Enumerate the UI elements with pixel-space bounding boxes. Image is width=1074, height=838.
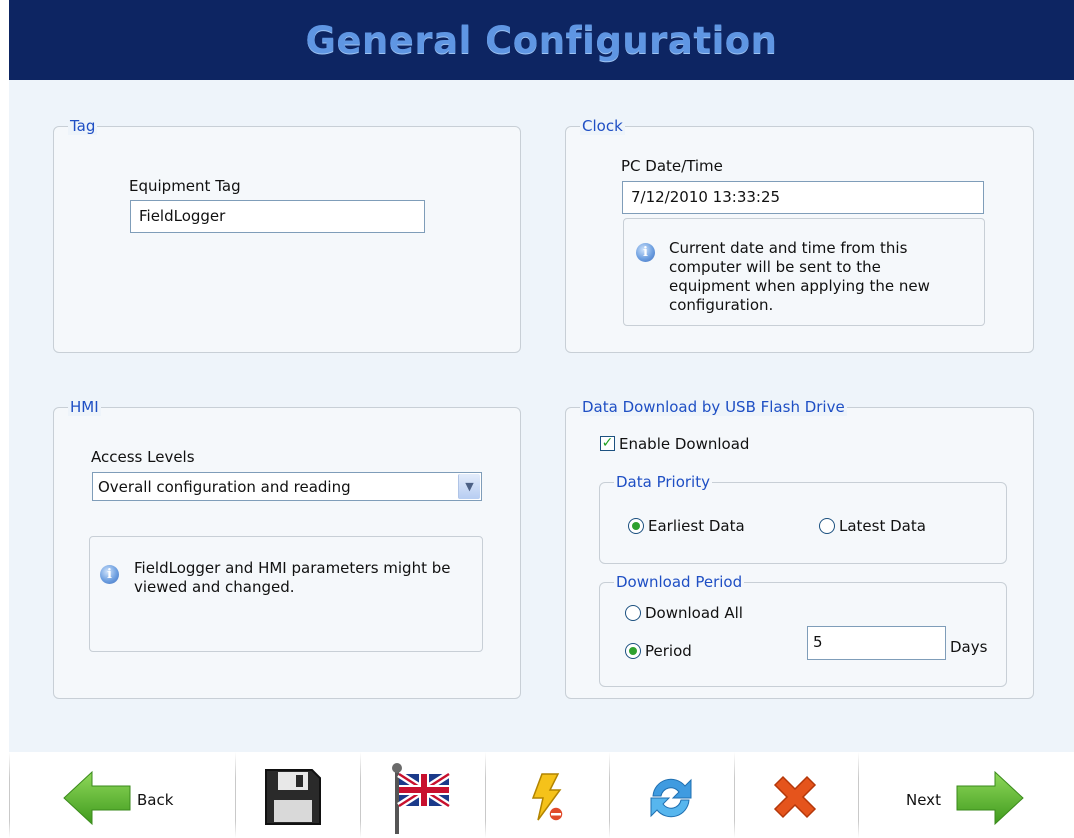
hmi-legend: HMI <box>68 398 101 416</box>
usb-download-group: Data Download by USB Flash Drive ✓ Enabl… <box>565 398 1034 699</box>
pc-datetime-field[interactable]: 7/12/2010 13:33:25 <box>622 181 984 214</box>
period-label[interactable]: Period <box>645 642 692 660</box>
equipment-tag-field[interactable]: FieldLogger <box>130 200 425 233</box>
language-button[interactable] <box>361 752 485 838</box>
info-icon: i <box>636 243 655 262</box>
enable-download-checkbox[interactable]: ✓ <box>600 436 615 451</box>
enable-download-label[interactable]: Enable Download <box>619 435 749 453</box>
download-period-group: Download Period Download All Period 5 Da… <box>599 573 1007 687</box>
download-period-legend: Download Period <box>614 573 745 591</box>
equipment-tag-label: Equipment Tag <box>129 177 241 195</box>
next-arrow-icon <box>956 770 1024 826</box>
language-flag-icon <box>392 763 451 834</box>
back-button[interactable]: Back <box>10 752 235 838</box>
apply-configuration-button[interactable] <box>486 752 609 838</box>
tag-group: Tag Equipment Tag FieldLogger <box>53 117 521 353</box>
chevron-down-icon[interactable]: ▼ <box>458 474 480 499</box>
next-label: Next <box>906 791 941 809</box>
refresh-button[interactable] <box>610 752 734 838</box>
hmi-info-text: FieldLogger and HMI parameters might be … <box>134 559 451 596</box>
access-levels-select[interactable]: Overall configuration and reading ▼ <box>92 472 482 501</box>
close-icon <box>773 775 817 819</box>
days-label: Days <box>950 638 988 656</box>
save-button[interactable] <box>236 752 360 838</box>
pc-datetime-label: PC Date/Time <box>621 157 723 175</box>
usb-download-legend: Data Download by USB Flash Drive <box>580 398 847 416</box>
back-arrow-icon <box>63 770 131 826</box>
close-button[interactable] <box>735 752 858 838</box>
page-title: General Configuration <box>305 18 778 62</box>
access-levels-label: Access Levels <box>91 448 195 466</box>
latest-data-radio[interactable] <box>819 518 835 534</box>
download-all-label[interactable]: Download All <box>645 604 743 622</box>
lightning-icon <box>531 773 564 822</box>
download-all-radio[interactable] <box>625 605 641 621</box>
access-levels-selected: Overall configuration and reading <box>98 478 351 496</box>
period-days-field[interactable]: 5 <box>807 626 946 660</box>
earliest-data-label[interactable]: Earliest Data <box>648 517 745 535</box>
hmi-info-box: i FieldLogger and HMI parameters might b… <box>89 536 483 652</box>
title-bar: General Configuration <box>9 0 1074 80</box>
clock-info-text: Current date and time from this computer… <box>669 239 930 314</box>
earliest-data-radio[interactable] <box>628 518 644 534</box>
latest-data-label[interactable]: Latest Data <box>839 517 926 535</box>
hmi-group: HMI Access Levels Overall configuration … <box>53 398 521 699</box>
info-icon: i <box>100 565 119 584</box>
clock-legend: Clock <box>580 117 625 135</box>
period-radio[interactable] <box>625 643 641 659</box>
content-panel: Tag Equipment Tag FieldLogger Clock PC D… <box>9 80 1074 752</box>
next-button[interactable]: Next <box>859 752 1074 838</box>
data-priority-legend: Data Priority <box>614 473 712 491</box>
data-priority-group: Data Priority Earliest Data Latest Data <box>599 473 1007 564</box>
back-label: Back <box>137 791 174 809</box>
clock-info-box: i Current date and time from this comput… <box>623 218 985 326</box>
save-icon <box>265 769 321 825</box>
bottom-toolbar: Back Next <box>9 752 1074 838</box>
tag-legend: Tag <box>68 117 98 135</box>
clock-group: Clock PC Date/Time 7/12/2010 13:33:25 i … <box>565 117 1034 353</box>
refresh-icon <box>650 778 692 818</box>
